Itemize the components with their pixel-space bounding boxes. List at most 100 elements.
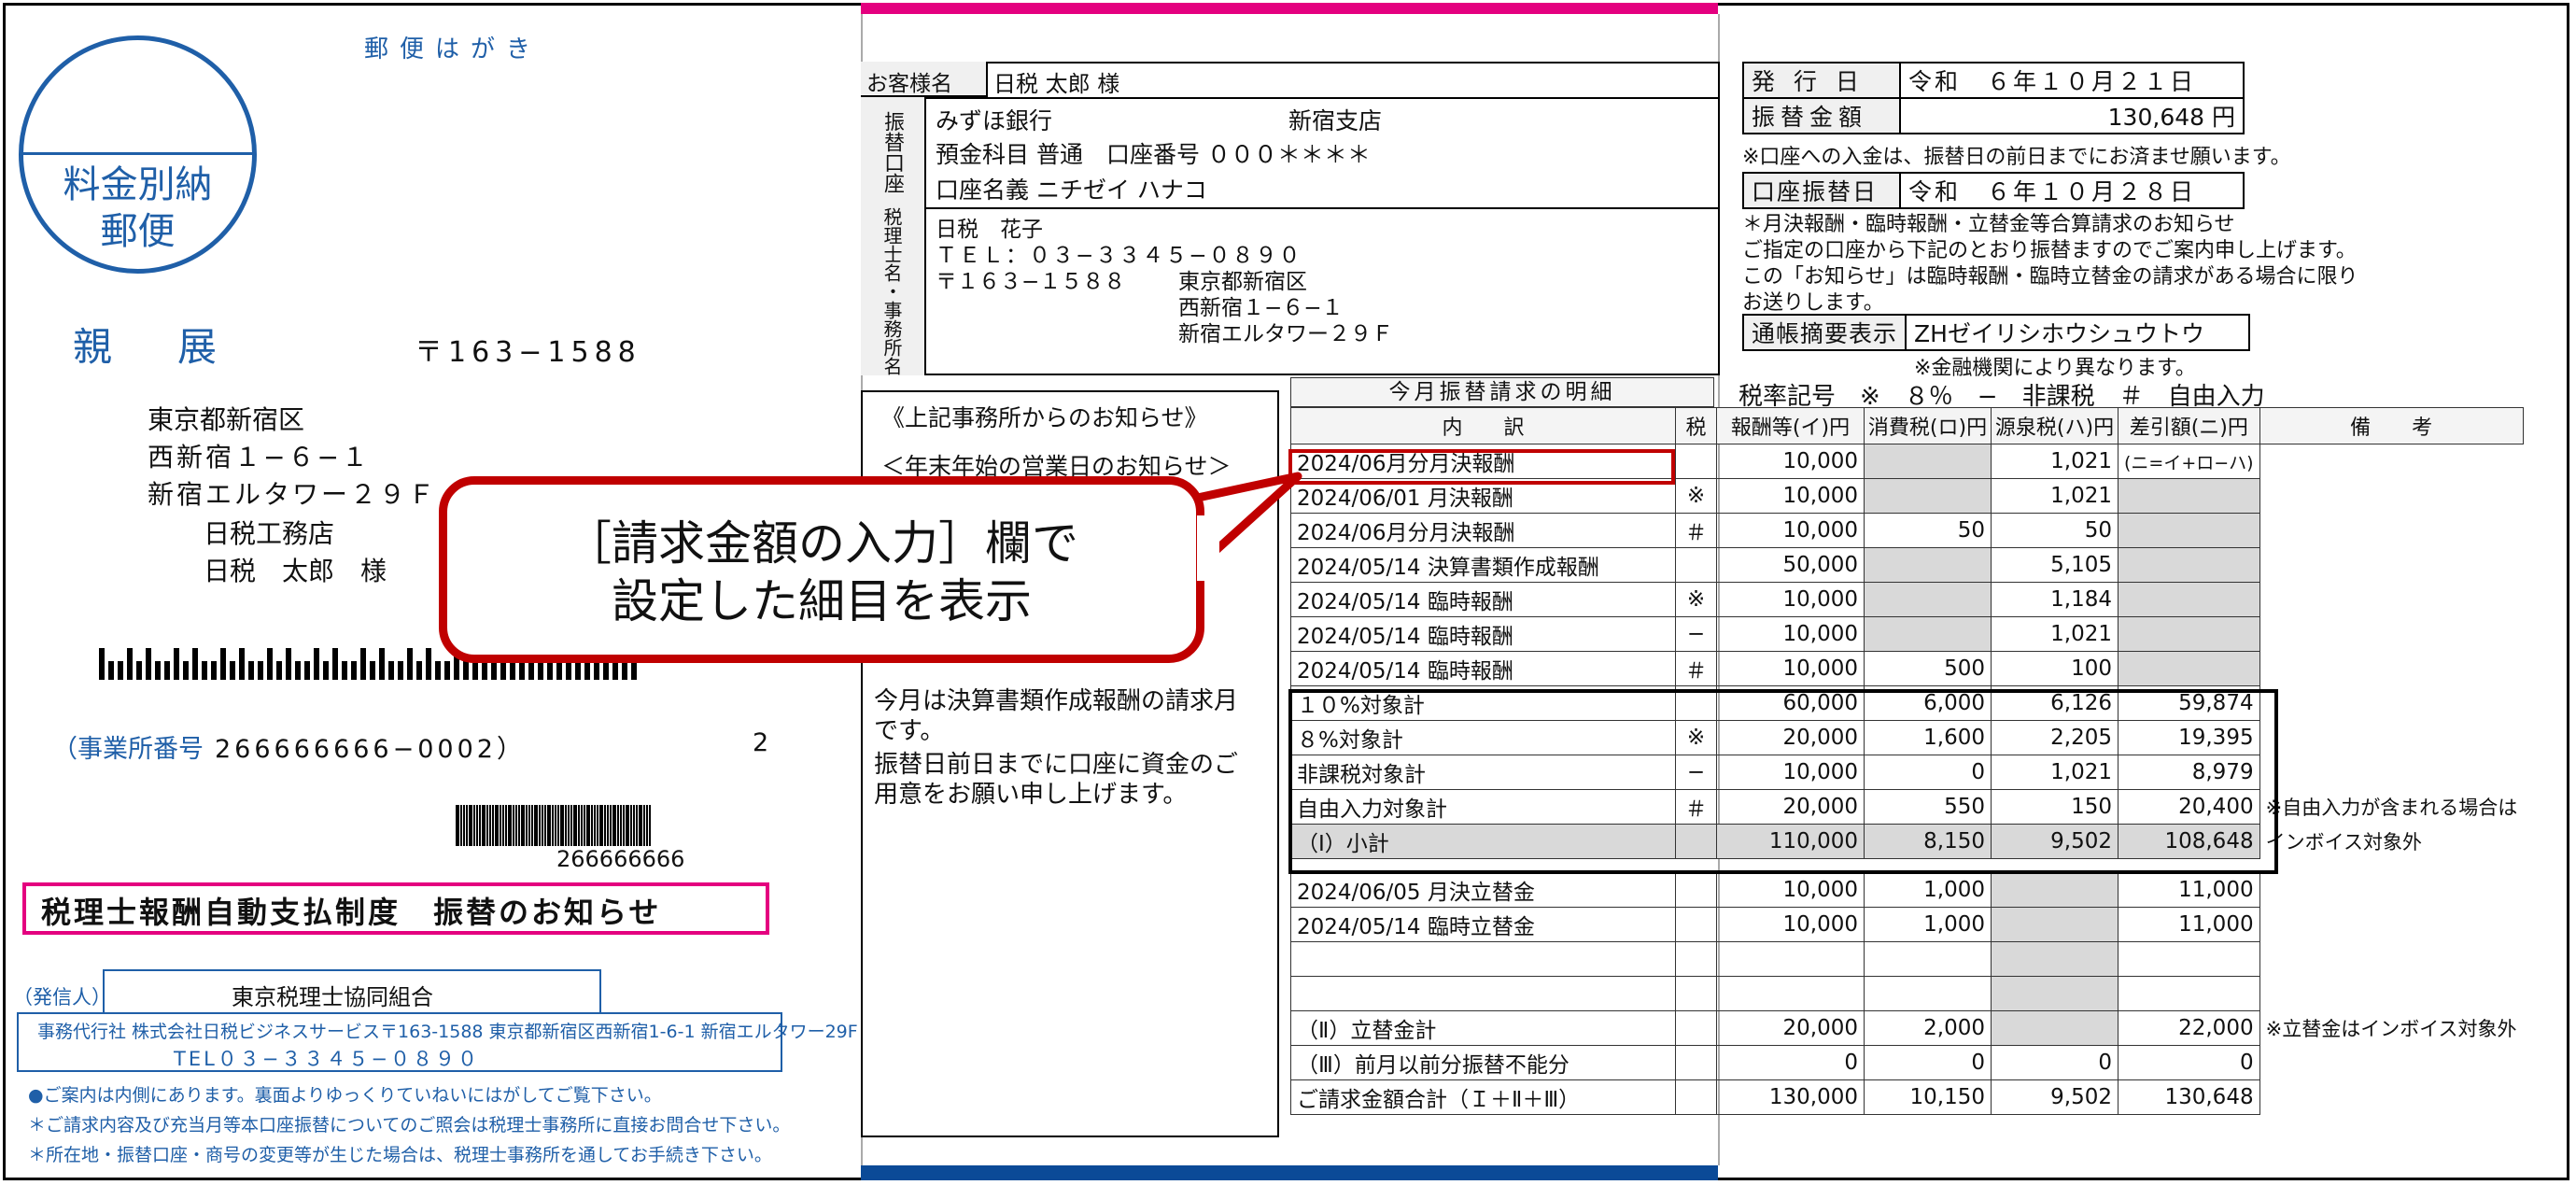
table-row: 2024/05/14 臨時報酬＃ 10,000 500 100	[1290, 651, 2524, 686]
table-cell	[2259, 685, 2524, 721]
table-cell: ＃	[1675, 513, 1717, 548]
barcode-bar	[500, 805, 501, 846]
transfer-date: 令和 ６年１０月２８日	[1899, 172, 2245, 209]
table-cell	[1864, 582, 1992, 617]
table-cell: 9,502	[1991, 1079, 2119, 1115]
barcode-bar	[534, 805, 538, 846]
address-line1: 東京都新宿区	[148, 404, 305, 435]
barcode-bar	[332, 648, 338, 680]
table-cell	[2259, 651, 2524, 686]
table-row: （Ⅲ）前月以前分振替不能分 0 0 0 0	[1290, 1045, 2524, 1080]
barcode-bar	[626, 805, 629, 846]
table-cell	[2118, 941, 2260, 977]
passbook-value: ZHゼイリシホウシュウトウ	[1905, 314, 2251, 351]
table-cell	[2259, 976, 2524, 1011]
barcode-bar	[505, 805, 507, 846]
barcode-bar	[473, 805, 475, 846]
table-cell	[1991, 941, 2119, 977]
table-cell: 11,000	[2118, 907, 2260, 942]
table-row	[1290, 941, 2524, 977]
barcode-bar	[515, 805, 517, 846]
table-cell: ※立替金はインボイス対象外	[2259, 1010, 2524, 1046]
table-cell	[1864, 547, 1992, 583]
table-row: 2024/05/14 臨時報酬 ※ 10,000 1,184	[1290, 582, 2524, 617]
table-cell: 0	[2118, 1045, 2260, 1080]
account-holder: 口座名義 ニチゼイ ハナコ	[936, 176, 1207, 204]
barcode-bar	[555, 805, 556, 846]
callout-joint	[1197, 515, 1219, 581]
barcode-bar	[486, 805, 488, 846]
callout-line2: 設定した細目を表示	[612, 574, 1032, 628]
table-cell: ※自由入力が含まれる場合は	[2259, 789, 2524, 825]
table-cell: 10,000	[1716, 907, 1865, 942]
barcode-bar	[146, 648, 151, 680]
barcode-bar	[108, 661, 114, 680]
barcode-bar	[416, 661, 422, 680]
bank-name: みずほ銀行	[936, 107, 1053, 134]
issue-date-label: 発 行 日	[1742, 62, 1901, 99]
table-cell	[1991, 1010, 2119, 1046]
table-cell	[1290, 941, 1676, 977]
account-type: 預金科目 普通 口座番号 ０００＊＊＊＊	[936, 141, 1371, 168]
table-cell: 10,000	[1716, 444, 1865, 479]
table-row: ご請求金額合計（Ｉ＋Ⅱ＋Ⅲ） 130,000 10,150 9,502 130,648	[1290, 1079, 2524, 1115]
barcode-bar	[518, 805, 520, 846]
barcode-bar	[510, 661, 515, 680]
barcode-bar	[617, 805, 619, 846]
table-cell	[2118, 616, 2260, 652]
table-cell: 11,000	[2118, 872, 2260, 908]
table-cell: 10,000	[1716, 582, 1865, 617]
note-3: ＊所在地・振替口座・商号の変更等が生じた場合は、税理士事務所を通してお手続き下さ…	[28, 1145, 772, 1165]
barcode-bar	[646, 805, 648, 846]
document-title: 税理士報酬自動支払制度 振替のお知らせ	[41, 895, 662, 930]
barcode-bar	[164, 661, 170, 680]
notice-body2: です。	[874, 717, 945, 745]
barcode-bar	[538, 661, 543, 680]
table-cell: 10,000	[1716, 478, 1865, 514]
table-cell: 130,648	[2118, 1079, 2260, 1115]
barcode-bar	[597, 805, 598, 846]
table-cell: 2024/06/05 月決立替金	[1290, 872, 1676, 908]
table-cell	[2259, 755, 2524, 790]
barcode-bar	[398, 661, 403, 680]
barcode-bar	[295, 661, 301, 680]
detail-header-2: 報酬等(イ)円	[1716, 407, 1865, 444]
accountant-addr3: 新宿エルタワー２９Ｆ	[1178, 322, 1393, 346]
table-cell: 50,000	[1716, 547, 1865, 583]
barcode-bar	[99, 648, 105, 680]
issue-date: 令和 ６年１０月２１日	[1899, 62, 2245, 99]
barcode-bar	[542, 805, 543, 846]
table-cell	[1675, 1045, 1717, 1080]
barcode-bar	[631, 661, 637, 680]
barcode-bar	[528, 661, 534, 680]
office-name: 日税工務店	[204, 518, 335, 549]
barcode-bar	[360, 648, 366, 680]
office-number-label: （事業所番号	[52, 735, 204, 764]
barcode-bar	[469, 805, 472, 846]
table-row: （Ⅱ）立替金計 20,000 2,000 22,000 ※立替金はインボイス対象外	[1290, 1010, 2524, 1046]
table-cell	[2259, 478, 2524, 514]
table-cell	[2259, 720, 2524, 755]
deposit-note: ※口座への入金は、振替日の前日までにお済ませ願います。	[1742, 146, 2291, 169]
barcode-bar	[643, 805, 645, 846]
barcode-bar	[639, 805, 642, 846]
table-cell	[2259, 616, 2524, 652]
barcode-bar	[174, 648, 179, 680]
barcode-bar	[258, 661, 263, 680]
table-cell: インボイス対象外	[2259, 824, 2524, 859]
barcode-bar	[155, 661, 161, 680]
barcode-bar	[508, 805, 512, 846]
barcode-bar	[426, 648, 431, 680]
detail-header-1: 税	[1675, 407, 1717, 444]
barcode-bar	[594, 805, 596, 846]
barcode-bar	[649, 805, 651, 846]
table-cell: 2,000	[1864, 1010, 1992, 1046]
stamp-line2: 郵便	[100, 210, 176, 253]
barcode-bar	[560, 805, 564, 846]
barcode-bar	[604, 805, 606, 846]
office-number-suffix: 2	[753, 728, 769, 757]
table-cell	[2259, 582, 2524, 617]
passbook-label: 通帳摘要表示	[1741, 314, 1907, 351]
note-2: ＊ご請求内容及び充当月等本口座振替についてのご照会は税理士事務所に直接お問合せ下…	[28, 1115, 791, 1136]
table-cell	[2259, 872, 2524, 908]
